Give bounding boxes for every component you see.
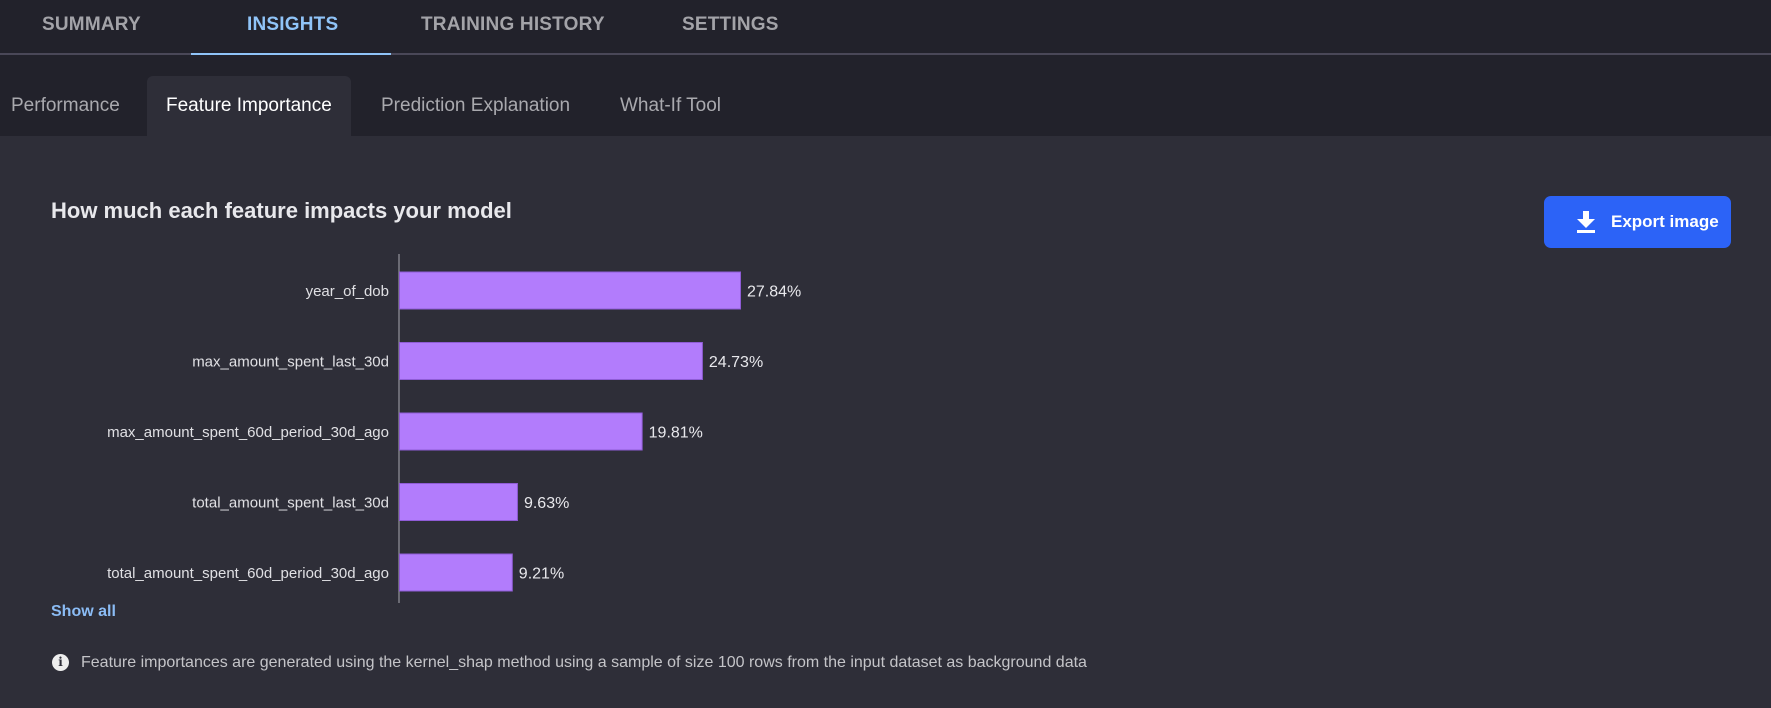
bar-max-amount-spent-60d-period-30d-ago[interactable] (399, 412, 643, 451)
bar-total-amount-spent-60d-period-30d-ago[interactable] (399, 553, 513, 592)
export-image-label: Export image (1611, 212, 1719, 231)
subtab-prediction-explanation[interactable]: Prediction Explanation (381, 76, 570, 136)
tab-insights[interactable]: INSIGHTS (247, 0, 338, 53)
subtab-what-if-tool[interactable]: What-If Tool (620, 76, 721, 136)
value-label: 27.84% (747, 284, 801, 301)
info-icon: i (52, 654, 69, 671)
export-image-button[interactable]: Export image (1544, 196, 1731, 248)
value-label: 9.21% (519, 566, 564, 583)
show-all-link[interactable]: Show all (51, 603, 116, 621)
section-title: How much each feature impacts your model (51, 198, 512, 223)
subtab-feature-importance[interactable]: Feature Importance (147, 76, 351, 136)
category-label: total_amount_spent_last_30d (192, 495, 389, 512)
sub-navigation: Performance Feature Importance Predictio… (0, 55, 1771, 136)
value-label: 9.63% (524, 495, 569, 512)
tab-summary[interactable]: SUMMARY (42, 0, 141, 53)
feature-importance-chart: year_of_dob 27.84% max_amount_spent_last_3… (107, 254, 801, 603)
subtab-performance[interactable]: Performance (11, 76, 120, 136)
bar-max-amount-spent-last-30d[interactable] (399, 342, 703, 380)
value-label: 24.73% (709, 354, 763, 371)
tab-settings[interactable]: SETTINGS (682, 0, 779, 53)
category-label: max_amount_spent_60d_period_30d_ago (107, 424, 389, 441)
top-navigation: SUMMARY INSIGHTS TRAINING HISTORY SETTIN… (0, 0, 1771, 56)
download-icon (1577, 211, 1595, 233)
info-text: Feature importances are generated using … (81, 654, 1087, 671)
bar-total-amount-spent-last-30d[interactable] (399, 483, 518, 521)
category-label: year_of_dob (306, 283, 389, 300)
bar-year-of-dob[interactable] (399, 271, 741, 310)
category-label: max_amount_spent_last_30d (192, 354, 389, 371)
value-label: 19.81% (649, 425, 703, 442)
category-label: total_amount_spent_60d_period_30d_ago (107, 565, 389, 582)
tab-training-history[interactable]: TRAINING HISTORY (421, 0, 605, 53)
